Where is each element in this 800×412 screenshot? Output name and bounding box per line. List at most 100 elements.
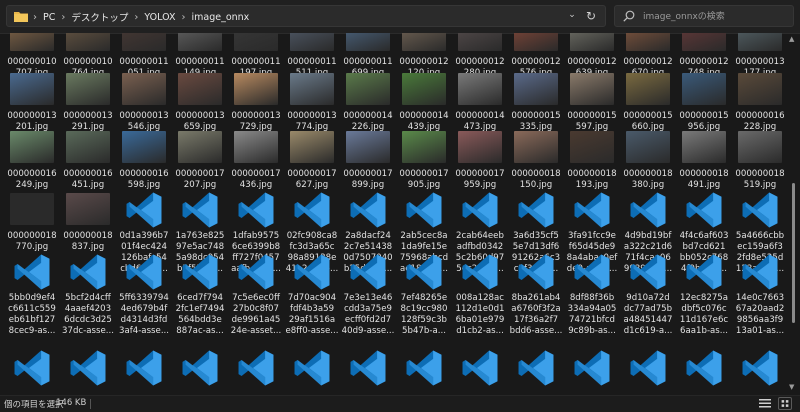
file-item-asset[interactable]: 3a6d35cf55e7d13df691262a6c3c3f3c-as... — [508, 192, 564, 274]
file-item-asset[interactable]: 6ced7f794 2fc1ef7494 564bdd3e 887ac-as... — [172, 254, 228, 336]
file-item-image[interactable]: 000000015 335.jpg — [508, 73, 564, 132]
file-item-image[interactable]: 000000015 660.jpg — [620, 73, 676, 132]
file-item-image[interactable]: 000000011511.jpg — [284, 33, 340, 78]
file-item-asset[interactable] — [340, 350, 396, 395]
file-item-asset[interactable]: 5bb0d9ef4 c6611c559 eb61bf127 8cec9-as... — [4, 254, 60, 336]
vertical-scrollbar[interactable]: ▲ ▼ — [788, 33, 798, 395]
file-item-asset[interactable]: 4f4c6af603bd7cd621bb052c7684f9b0-as... — [676, 192, 732, 274]
search-box[interactable] — [614, 5, 794, 27]
file-item-image[interactable]: 000000013 546.jpg — [116, 73, 172, 132]
file-item-image[interactable]: 000000012639.jpg — [564, 33, 620, 78]
breadcrumb-desktop[interactable]: デスクトップ — [71, 10, 128, 24]
file-item-image[interactable]: 000000014 439.jpg — [396, 73, 452, 132]
file-item-image[interactable]: 000000014 226.jpg — [340, 73, 396, 132]
file-item-image[interactable]: 000000010707.jpg — [4, 33, 60, 78]
address-field[interactable]: › PC › デスクトップ › YOLOX › image_onnx ⌄ ↻ — [6, 5, 606, 27]
file-item-image[interactable]: 000000018 837.jpg — [60, 193, 116, 252]
file-item-image[interactable]: 000000012748.jpg — [676, 33, 732, 78]
file-item-image[interactable]: 000000013 659.jpg — [172, 73, 228, 132]
file-item-asset[interactable] — [732, 350, 784, 395]
refresh-icon[interactable]: ↻ — [583, 9, 599, 25]
file-item-image[interactable]: 000000018 193.jpg — [564, 131, 620, 190]
file-item-asset[interactable] — [508, 350, 564, 395]
file-item-image[interactable]: 000000017 899.jpg — [340, 131, 396, 190]
file-item-asset[interactable]: 5bcf2d4cff 4aaef4203 6dcdc3d25 37dc-asse... — [60, 254, 116, 336]
file-item-asset[interactable]: 008a128ac 112d1e0d1 6ba01e979 d1cb2-as... — [452, 254, 508, 336]
scroll-up-arrow-icon[interactable]: ▲ — [789, 35, 794, 43]
file-item-image[interactable]: 000000016 228.jpg — [732, 73, 784, 132]
file-item-asset[interactable] — [284, 350, 340, 395]
file-item-image[interactable]: 000000018 770.jpg — [4, 193, 60, 252]
file-item-asset[interactable] — [60, 350, 116, 395]
file-item-asset[interactable]: 1dfab95756ce6399b8ff727f0457aafb-asse... — [228, 192, 284, 274]
file-item-image[interactable]: 000000010764.jpg — [60, 33, 116, 78]
file-item-asset[interactable]: 3fa91fcc9ef65d45de98a4abac0efde0-asset..… — [564, 192, 620, 274]
file-item-image[interactable]: 000000011197.jpg — [228, 33, 284, 78]
file-item-image[interactable]: 000000017 207.jpg — [172, 131, 228, 190]
file-item-image[interactable]: 000000011149.jpg — [172, 33, 228, 78]
file-item-asset[interactable]: 8df88f36b 334a94a05 74721bfcd 9c89b-as... — [564, 254, 620, 336]
file-item-asset[interactable] — [676, 350, 732, 395]
file-item-image[interactable]: 000000015 956.jpg — [676, 73, 732, 132]
file-item-asset[interactable] — [564, 350, 620, 395]
file-item-asset[interactable] — [172, 350, 228, 395]
file-item-image[interactable]: 000000017 627.jpg — [284, 131, 340, 190]
file-item-image[interactable]: 000000017 959.jpg — [452, 131, 508, 190]
file-item-image[interactable]: 000000011699.jpg — [340, 33, 396, 78]
file-item-image[interactable]: 000000016 451.jpg — [60, 131, 116, 190]
file-item-asset[interactable]: 7ef48265e 8c19cc980 128f59c3b 5b47b-a... — [396, 254, 452, 336]
file-item-image[interactable]: 000000011051.jpg — [116, 33, 172, 78]
file-item-image[interactable]: 000000017 905.jpg — [396, 131, 452, 190]
file-item-asset[interactable]: 02fc908ca8fc3d3a65c98a89138e41a2-asse... — [284, 192, 340, 274]
file-item-image[interactable]: 000000013177.jpg — [732, 33, 784, 78]
file-item-image[interactable]: 000000015 597.jpg — [564, 73, 620, 132]
file-item-asset[interactable] — [116, 350, 172, 395]
file-item-asset[interactable]: 2cab64eebadfbd03425c2b60d975ec21-as... — [452, 192, 508, 274]
file-item-asset[interactable] — [452, 350, 508, 395]
file-item-image[interactable]: 000000013 201.jpg — [4, 73, 60, 132]
file-item-image[interactable]: 000000018 380.jpg — [620, 131, 676, 190]
file-name-line: 27b0c8f07 — [232, 304, 279, 314]
file-item-image[interactable]: 000000018 150.jpg — [508, 131, 564, 190]
file-item-asset[interactable]: 7d70ac904 fdf4b3a59 29af1516a e8ff0-asse... — [284, 254, 340, 336]
file-item-asset[interactable]: 14e0c7663 67a20aad2 9856aa3f9 13a01-as... — [732, 254, 784, 336]
file-item-asset[interactable]: 9d10a72d dc77ad75b a48451447 d1c619-a... — [620, 254, 676, 336]
file-item-image[interactable]: 000000012120.jpg — [396, 33, 452, 78]
file-item-image[interactable]: 000000017 436.jpg — [228, 131, 284, 190]
file-item-image[interactable]: 000000012280.jpg — [452, 33, 508, 78]
scrollbar-thumb[interactable] — [792, 183, 795, 323]
file-item-asset[interactable] — [4, 350, 60, 395]
file-item-image[interactable]: 000000018 519.jpg — [732, 131, 784, 190]
file-item-image[interactable]: 000000013 729.jpg — [228, 73, 284, 132]
details-view-icon[interactable] — [758, 398, 772, 409]
file-item-asset[interactable]: 1a763e82597e5ac7485a98dc954b5f57-as... — [172, 192, 228, 274]
file-item-image[interactable]: 000000016 249.jpg — [4, 131, 60, 190]
file-item-asset[interactable]: 12ec8275a dbf5c076c 11d167e6c 6aa1b-as... — [676, 254, 732, 336]
file-item-asset[interactable]: 7c5e6ec0ff 27b0c8f07 de9961a45 24e-asset... — [228, 254, 284, 336]
file-item-asset[interactable] — [620, 350, 676, 395]
file-item-asset[interactable]: 0d1a396b701f4ec424126bafc54cbd64-as... — [116, 192, 172, 274]
file-item-image[interactable]: 000000018 491.jpg — [676, 131, 732, 190]
file-item-image[interactable]: 000000016 598.jpg — [116, 131, 172, 190]
file-item-asset[interactable]: 2ab5cec8a1da9fe15e75968abcdae185-as... — [396, 192, 452, 274]
file-item-image[interactable]: 000000014 473.jpg — [452, 73, 508, 132]
file-item-asset[interactable] — [228, 350, 284, 395]
scroll-down-arrow-icon[interactable]: ▼ — [789, 383, 794, 391]
file-item-asset[interactable]: 5a4666cbbec159a6f32fd8e525d123a6-as... — [732, 192, 784, 274]
large-icons-view-icon[interactable] — [778, 397, 792, 410]
breadcrumb-pc[interactable]: PC — [43, 12, 55, 23]
file-item-asset[interactable]: 7e3e13e46 cdd3a75e9 ecff0fd2d7 40d9-asse... — [340, 254, 396, 336]
file-item-asset[interactable] — [396, 350, 452, 395]
file-item-asset[interactable]: 5ff6339794 4ed679b4f d4314d3fd 3af4-asse... — [116, 254, 172, 336]
file-item-image[interactable]: 000000012670.jpg — [620, 33, 676, 78]
file-item-asset[interactable]: 4d9bd19bfa322c21d671f4caa069939a-as... — [620, 192, 676, 274]
file-item-image[interactable]: 000000013 291.jpg — [60, 73, 116, 132]
file-item-asset[interactable]: 8ba261ab4 a6760f3f2a 17f36a2f7 bdd6-asse... — [508, 254, 564, 336]
breadcrumb-yolox[interactable]: YOLOX — [144, 12, 175, 23]
breadcrumb-image-onnx[interactable]: image_onnx — [191, 12, 249, 23]
chevron-down-icon[interactable]: ⌄ — [565, 10, 579, 24]
search-input[interactable] — [641, 8, 793, 26]
file-item-image[interactable]: 000000012576.jpg — [508, 33, 564, 78]
file-item-asset[interactable]: 2a8dacf242c7e514380d7507040b25d3-as... — [340, 192, 396, 274]
file-item-image[interactable]: 000000013 774.jpg — [284, 73, 340, 132]
